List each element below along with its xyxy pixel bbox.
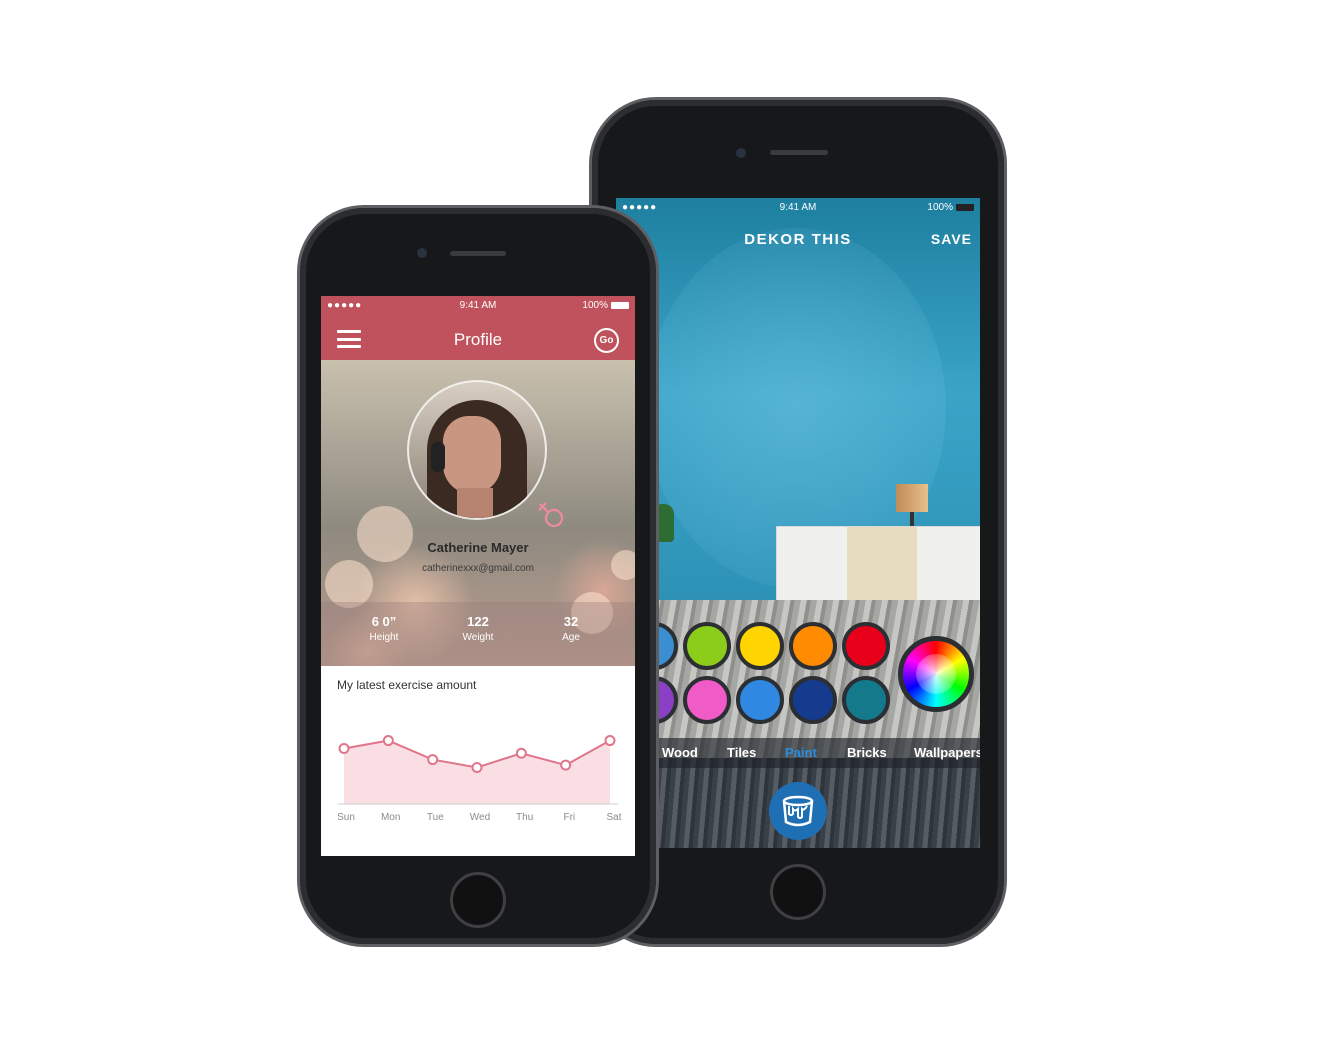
chart-tick-label: Fri	[563, 812, 575, 823]
chart-point-tue	[427, 754, 439, 766]
stat-height: 6 0” Height	[339, 614, 429, 643]
color-swatch[interactable]	[789, 676, 837, 724]
color-swatch[interactable]	[683, 676, 731, 724]
cabinet-decoration	[776, 526, 980, 609]
battery-percent: 100%	[582, 300, 608, 311]
earpiece-speaker	[450, 251, 506, 256]
front-camera	[417, 248, 427, 258]
chart-point-sun	[338, 742, 350, 754]
chart-point-sat	[604, 735, 616, 747]
stat-value: 32	[563, 614, 579, 629]
chart-tick-label: Sat	[606, 812, 621, 823]
stat-age: 32 Age	[526, 614, 616, 643]
dekor-screen: ●●●●● 9:41 AM 100% DEKOR THIS SAVE Wood …	[616, 198, 980, 848]
battery-indicator: 100%	[927, 202, 974, 213]
headphones-graphic	[431, 442, 445, 472]
user-email: catherinexxx@gmail.com	[422, 563, 534, 574]
paint-bucket-icon	[782, 795, 814, 827]
stat-label: Height	[369, 632, 399, 643]
profile-hero: Catherine Mayer catherinexxx@gmail.com 6…	[321, 360, 635, 666]
color-swatch[interactable]	[789, 622, 837, 670]
profile-phone-device: ●●●●● 9:41 AM 100% Profile Go Catherine …	[300, 208, 656, 944]
chart-tick-label: Sun	[337, 812, 355, 823]
page-title: Profile	[453, 330, 503, 349]
go-button[interactable]: Go	[594, 328, 619, 353]
stat-label: Weight	[462, 632, 494, 643]
status-bar: ●●●●● 9:41 AM 100%	[616, 198, 980, 216]
stat-label: Age	[562, 632, 580, 643]
color-swatch[interactable]	[842, 676, 890, 724]
battery-indicator: 100%	[582, 300, 629, 311]
chart-point-wed	[471, 761, 483, 773]
chart-point-mon	[382, 735, 394, 747]
avatar[interactable]	[409, 382, 545, 518]
profile-screen: ●●●●● 9:41 AM 100% Profile Go Catherine …	[321, 296, 635, 856]
stats-bar: 6 0” Height 122 Weight 32 Age	[321, 602, 635, 666]
tab-tiles[interactable]: Tiles	[727, 745, 756, 760]
stat-value: 6 0”	[371, 614, 397, 629]
tab-wallpapers[interactable]: Wallpapers	[914, 745, 980, 760]
chart-tick-label: Wed	[470, 812, 490, 823]
material-tabs: Wood Tiles Paint Bricks Wallpapers	[616, 738, 980, 768]
color-swatch[interactable]	[683, 622, 731, 670]
female-gender-icon	[538, 502, 564, 528]
color-swatch[interactable]	[736, 622, 784, 670]
exercise-section-title: My latest exercise amount	[337, 678, 477, 692]
tab-paint[interactable]: Paint	[785, 745, 817, 760]
chart-point-thu	[515, 747, 527, 759]
color-swatch[interactable]	[736, 676, 784, 724]
battery-percent: 100%	[927, 202, 953, 213]
chart-tick-label: Tue	[427, 812, 444, 823]
status-bar: ●●●●● 9:41 AM 100%	[321, 296, 635, 314]
tab-bricks[interactable]: Bricks	[847, 745, 887, 760]
battery-icon	[611, 302, 629, 309]
chart-tick-label: Thu	[516, 812, 533, 823]
home-button[interactable]	[450, 872, 506, 928]
exercise-chart: Sun Mon Tue Wed Thu Fri Sat	[337, 735, 622, 823]
color-swatch[interactable]	[842, 622, 890, 670]
earpiece-speaker	[770, 150, 828, 155]
status-time: 9:41 AM	[779, 202, 817, 213]
stat-value: 122	[467, 614, 489, 629]
user-name: Catherine Mayer	[427, 540, 529, 555]
app-title: DEKOR THIS	[744, 231, 852, 248]
front-camera	[736, 148, 746, 158]
lamp-decoration	[896, 484, 928, 512]
battery-icon	[956, 204, 974, 211]
paint-bucket-button[interactable]	[769, 782, 827, 840]
lamp-stem	[910, 512, 914, 526]
home-button[interactable]	[770, 864, 826, 920]
save-button[interactable]: SAVE	[931, 231, 972, 247]
tab-wood[interactable]: Wood	[662, 745, 698, 760]
color-wheel-picker[interactable]	[898, 636, 974, 712]
stat-weight: 122 Weight	[433, 614, 523, 643]
chart-tick-label: Mon	[381, 812, 400, 823]
chart-point-fri	[560, 759, 572, 771]
profile-header: ●●●●● 9:41 AM 100% Profile Go	[321, 296, 635, 360]
